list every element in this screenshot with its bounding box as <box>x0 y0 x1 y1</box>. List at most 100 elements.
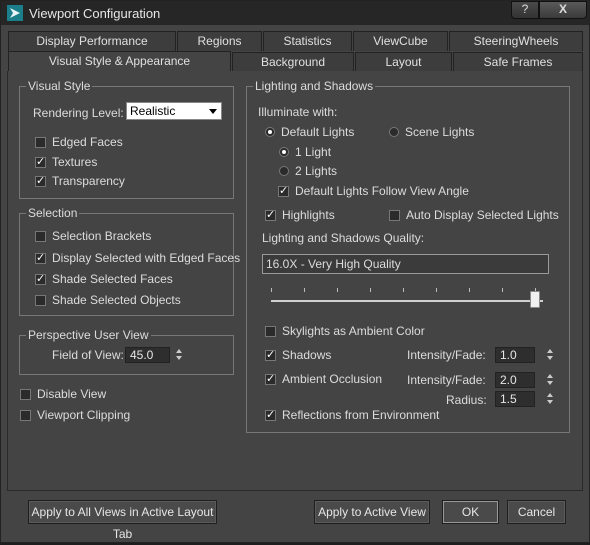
tab-steeringwheels[interactable]: SteeringWheels <box>449 31 583 51</box>
one-light-label: 1 Light <box>295 145 332 159</box>
checkbox-box <box>265 325 276 337</box>
reflections-environment-checkbox[interactable]: Reflections from Environment <box>265 407 439 423</box>
radius-input[interactable]: 1.5 <box>495 391 535 407</box>
slider-tick <box>370 288 371 292</box>
spinner-up-icon <box>546 374 553 378</box>
rendering-level-value: Realistic <box>130 104 176 118</box>
skylights-ambient-label: Skylights as Ambient Color <box>282 324 425 338</box>
quality-slider-thumb[interactable] <box>530 291 540 308</box>
default-lights-radio[interactable]: Default Lights <box>265 124 354 140</box>
spinner-down-icon <box>546 400 553 404</box>
textures-label: Textures <box>52 155 98 169</box>
spinner-down-icon <box>175 356 182 360</box>
slider-tick <box>304 288 305 292</box>
two-lights-label: 2 Lights <box>295 164 338 178</box>
edged-faces-checkbox[interactable]: Edged Faces <box>35 134 123 150</box>
reflections-environment-label: Reflections from Environment <box>282 408 440 422</box>
lighting-group-label: Lighting and Shadows <box>253 79 376 93</box>
field-of-view-input[interactable]: 45.0 <box>125 347 170 363</box>
ambient-occlusion-checkbox[interactable]: Ambient Occlusion <box>265 371 382 387</box>
highlights-label: Highlights <box>282 208 335 222</box>
follow-view-angle-label: Default Lights Follow View Angle <box>295 184 469 198</box>
help-button[interactable]: ? <box>511 1 539 19</box>
ok-button[interactable]: OK <box>442 500 499 524</box>
tab-layout[interactable]: Layout <box>355 52 452 72</box>
radio-unselected <box>279 166 289 176</box>
tab-regions[interactable]: Regions <box>177 31 262 51</box>
tab-display-performance[interactable]: Display Performance <box>8 31 176 51</box>
two-lights-radio[interactable]: 2 Lights <box>279 163 337 179</box>
tab-viewcube[interactable]: ViewCube <box>353 31 448 51</box>
edged-faces-label: Edged Faces <box>52 135 123 149</box>
close-button[interactable]: X <box>539 1 587 19</box>
checkbox-box <box>20 388 31 400</box>
spinner-up-icon <box>546 349 553 353</box>
ao-intensity-label: Intensity/Fade: <box>407 373 486 387</box>
shade-selected-faces-label: Shade Selected Faces <box>52 272 173 286</box>
ao-intensity-spinner[interactable] <box>545 372 554 388</box>
ambient-occlusion-label: Ambient Occlusion <box>282 372 383 386</box>
spinner-up-icon <box>175 349 182 353</box>
shadows-intensity-input[interactable]: 1.0 <box>495 347 535 363</box>
checkbox-box <box>389 209 400 221</box>
textures-checkbox[interactable]: Textures <box>35 154 97 170</box>
transparency-label: Transparency <box>52 174 125 188</box>
radius-spinner[interactable] <box>545 391 554 407</box>
display-selected-edged-checkbox[interactable]: Display Selected with Edged Faces <box>35 250 240 266</box>
slider-tick <box>271 288 272 292</box>
tab-statistics[interactable]: Statistics <box>263 31 352 51</box>
apply-active-view-button[interactable]: Apply to Active View <box>314 500 430 524</box>
tab-visual-style-appearance[interactable]: Visual Style & Appearance <box>8 51 231 73</box>
viewport-clipping-label: Viewport Clipping <box>37 408 131 422</box>
shade-selected-objects-checkbox[interactable]: Shade Selected Objects <box>35 292 181 308</box>
chevron-down-icon <box>209 109 217 114</box>
rendering-level-dropdown[interactable]: Realistic <box>126 102 222 120</box>
ao-intensity-input[interactable]: 2.0 <box>495 372 535 388</box>
tab-background[interactable]: Background <box>232 52 354 72</box>
viewport-clipping-checkbox[interactable]: Viewport Clipping <box>20 407 130 423</box>
checkbox-box-checked <box>265 348 276 361</box>
checkbox-box-checked <box>35 251 46 264</box>
shadows-intensity-label: Intensity/Fade: <box>407 348 486 362</box>
selection-brackets-checkbox[interactable]: Selection Brackets <box>35 228 151 244</box>
slider-tick <box>436 288 437 292</box>
default-lights-label: Default Lights <box>281 125 355 139</box>
checkbox-box-checked <box>265 372 276 385</box>
shade-selected-faces-checkbox[interactable]: Shade Selected Faces <box>35 271 173 287</box>
field-of-view-spinner[interactable] <box>174 347 183 363</box>
visual-style-group-label: Visual Style <box>26 79 93 93</box>
auto-display-lights-checkbox[interactable]: Auto Display Selected Lights <box>389 207 559 223</box>
checkbox-box <box>20 409 31 421</box>
quality-field[interactable]: 16.0X - Very High Quality <box>262 254 549 274</box>
disable-view-label: Disable View <box>37 387 107 401</box>
transparency-checkbox[interactable]: Transparency <box>35 173 125 189</box>
shadows-checkbox[interactable]: Shadows <box>265 347 331 363</box>
title-bar: Viewport Configuration ? X <box>1 1 589 25</box>
scene-lights-radio[interactable]: Scene Lights <box>389 124 474 140</box>
follow-view-angle-checkbox[interactable]: Default Lights Follow View Angle <box>278 183 469 199</box>
slider-tick <box>469 288 470 292</box>
shadows-intensity-spinner[interactable] <box>545 347 554 363</box>
spinner-down-icon <box>546 381 553 385</box>
one-light-radio[interactable]: 1 Light <box>279 144 331 160</box>
checkbox-box-checked <box>278 184 289 197</box>
tab-safe-frames[interactable]: Safe Frames <box>453 52 583 72</box>
perspective-group-label: Perspective User View <box>26 328 151 342</box>
3dsmax-app-icon <box>7 5 23 21</box>
highlights-checkbox[interactable]: Highlights <box>265 207 335 223</box>
apply-all-views-button[interactable]: Apply to All Views in Active Layout Tab <box>28 500 217 541</box>
disable-view-checkbox[interactable]: Disable View <box>20 386 106 402</box>
field-of-view-label: Field of View: <box>52 348 124 362</box>
selection-group-label: Selection <box>26 206 80 220</box>
shade-selected-objects-label: Shade Selected Objects <box>52 293 181 307</box>
selection-brackets-label: Selection Brackets <box>52 229 152 243</box>
quality-slider-track[interactable] <box>271 300 543 302</box>
auto-display-lights-label: Auto Display Selected Lights <box>406 208 559 222</box>
skylights-ambient-checkbox[interactable]: Skylights as Ambient Color <box>265 323 425 339</box>
shadows-label: Shadows <box>282 348 332 362</box>
slider-tick <box>403 288 404 292</box>
display-selected-edged-label: Display Selected with Edged Faces <box>52 251 241 265</box>
cancel-button[interactable]: Cancel <box>507 500 566 524</box>
slider-tick <box>502 288 503 292</box>
checkbox-box <box>35 230 46 242</box>
